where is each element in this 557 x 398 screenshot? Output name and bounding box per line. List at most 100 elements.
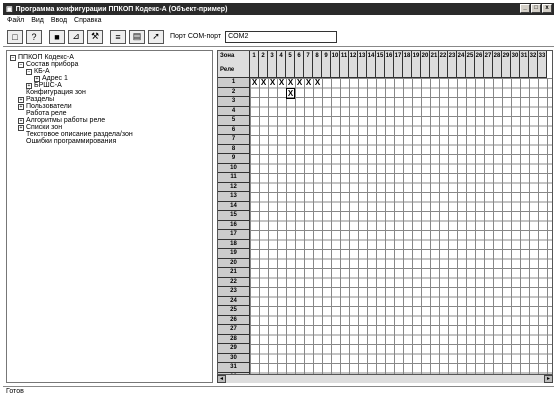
- new-icon[interactable]: □: [7, 29, 23, 44]
- zone-relay-mark[interactable]: X: [295, 78, 304, 87]
- tree-node[interactable]: − Состав прибора: [7, 61, 212, 68]
- zone-relay-mark[interactable]: X: [268, 78, 277, 87]
- tree-node[interactable]: Текстовое описание раздела/зон: [7, 131, 212, 138]
- zone-column-header: 22: [439, 51, 448, 78]
- zone-relay-mark[interactable]: X: [250, 78, 259, 87]
- tree-node[interactable]: − КБ-А: [7, 68, 212, 75]
- expand-icon[interactable]: +: [18, 96, 24, 103]
- tree-node-label: Пользователи: [26, 103, 72, 110]
- collapse-icon[interactable]: −: [26, 68, 32, 75]
- expand-icon[interactable]: +: [18, 103, 24, 110]
- tree-node-label: Разделы: [26, 96, 55, 103]
- maximize-button[interactable]: □: [531, 4, 541, 13]
- zone-number: 28: [493, 53, 501, 59]
- zone-column-header: 21: [430, 51, 439, 78]
- relay-row-header: 28: [218, 334, 250, 344]
- expand-icon[interactable]: +: [18, 117, 24, 124]
- tree-node[interactable]: + Алгоритмы работы реле: [7, 117, 212, 124]
- tree-node[interactable]: Работа реле: [7, 110, 212, 117]
- relay-header-label: Реле: [220, 67, 235, 73]
- relay-row-header: 18: [218, 239, 250, 249]
- zone-number: 7: [306, 53, 310, 59]
- tree-node[interactable]: + Пользователи: [7, 103, 212, 110]
- zone-number: 19: [412, 53, 420, 59]
- relay-row-header: 12: [218, 182, 250, 192]
- zone-relay-mark[interactable]: X: [313, 78, 322, 87]
- zone-column-header: 19: [412, 51, 421, 78]
- zone-number: 15: [376, 53, 384, 59]
- zone-number: 22: [439, 53, 447, 59]
- zone-column-header: 11: [340, 51, 349, 78]
- zone-number: 8: [315, 53, 319, 59]
- zone-number: 17: [394, 53, 402, 59]
- zone-relay-mark[interactable]: X: [286, 87, 295, 99]
- minimize-button[interactable]: _: [520, 4, 530, 13]
- tree-node[interactable]: + Разделы: [7, 96, 212, 103]
- relay-row-header: 15: [218, 211, 250, 221]
- zone-relay-mark[interactable]: X: [286, 78, 295, 87]
- zone-number: 31: [520, 53, 528, 59]
- relay-row-header: 11: [218, 173, 250, 183]
- pointer-icon[interactable]: ➚: [148, 29, 164, 44]
- menu-help[interactable]: Справка: [74, 17, 101, 24]
- tree-node-label: Текстовое описание раздела/зон: [26, 131, 133, 138]
- expand-icon[interactable]: +: [26, 82, 32, 89]
- expand-icon[interactable]: +: [34, 75, 40, 82]
- collapse-icon[interactable]: −: [10, 54, 16, 61]
- horizontal-scrollbar[interactable]: ◂ ▸: [217, 374, 553, 383]
- expand-icon[interactable]: +: [18, 124, 24, 131]
- scroll-left-icon[interactable]: ◂: [217, 375, 226, 383]
- zone-column-header: 16: [385, 51, 394, 78]
- zone-number: 20: [421, 53, 429, 59]
- close-button[interactable]: x: [542, 4, 552, 13]
- open-icon[interactable]: ?: [26, 29, 42, 44]
- zone-relay-mark[interactable]: X: [277, 78, 286, 87]
- zone-header-label: Зона: [220, 53, 235, 59]
- list-icon[interactable]: ≡: [110, 29, 126, 44]
- tree-node[interactable]: Конфигурация зон: [7, 89, 212, 96]
- zone-number: 24: [457, 53, 465, 59]
- menu-file[interactable]: Файл: [7, 17, 24, 24]
- tree-node[interactable]: − ППКОП Кодекс-А: [7, 54, 212, 61]
- zone-relay-grid: Зона Реле XXXXXXXXX 1 2 3 4 5 6 7 8 9 10 11 12 13 14 1…: [217, 50, 553, 383]
- tree-node-label: БРШС-А: [34, 82, 62, 89]
- zone-column-header: 8: [313, 51, 322, 78]
- com-port-input[interactable]: [225, 30, 338, 43]
- relay-row-header: 24: [218, 296, 250, 306]
- relay-row-header: 8: [218, 144, 250, 154]
- relay-row-header: 7: [218, 135, 250, 145]
- save-icon[interactable]: ■: [49, 29, 65, 44]
- tree-node[interactable]: Ошибки программирования: [7, 138, 212, 145]
- zone-column-header: 18: [403, 51, 412, 78]
- relay-row-header: 2: [218, 87, 250, 97]
- zone-number: 14: [367, 53, 375, 59]
- menu-view[interactable]: Вид: [31, 17, 44, 24]
- tools-icon[interactable]: ⚒: [87, 29, 103, 44]
- config-tree: − ППКОП Кодекс-А − Состав прибора − КБ-А + Адре…: [6, 50, 213, 383]
- zone-number: 10: [331, 53, 339, 59]
- zone-number: 29: [502, 53, 510, 59]
- relay-row-header: 17: [218, 230, 250, 240]
- zone-column-header: 10: [331, 51, 340, 78]
- zone-number: 18: [403, 53, 411, 59]
- chart-icon[interactable]: ⊿: [68, 29, 84, 44]
- relay-row-header: 16: [218, 220, 250, 230]
- tree-node[interactable]: + Списки зон: [7, 124, 212, 131]
- zone-column-header: 20: [421, 51, 430, 78]
- zone-relay-mark[interactable]: X: [304, 78, 313, 87]
- view-icon[interactable]: ▤: [129, 29, 145, 44]
- menu-input[interactable]: Ввод: [51, 17, 67, 24]
- relay-row-header: 3: [218, 97, 250, 107]
- tree-node[interactable]: + БРШС-А: [7, 82, 212, 89]
- tree-node-label: Состав прибора: [26, 61, 79, 68]
- grid-cells[interactable]: XXXXXXXXX: [250, 78, 552, 382]
- relay-row-header: 13: [218, 192, 250, 202]
- zone-relay-mark[interactable]: X: [259, 78, 268, 87]
- zone-number: 1: [252, 53, 256, 59]
- zone-column-header: 2: [259, 51, 268, 78]
- zone-number: 25: [466, 53, 474, 59]
- scroll-right-icon[interactable]: ▸: [544, 375, 553, 383]
- collapse-icon[interactable]: −: [18, 61, 24, 68]
- com-port-label: Порт COM-порт: [170, 33, 222, 40]
- tree-node[interactable]: + Адрес 1: [7, 75, 212, 82]
